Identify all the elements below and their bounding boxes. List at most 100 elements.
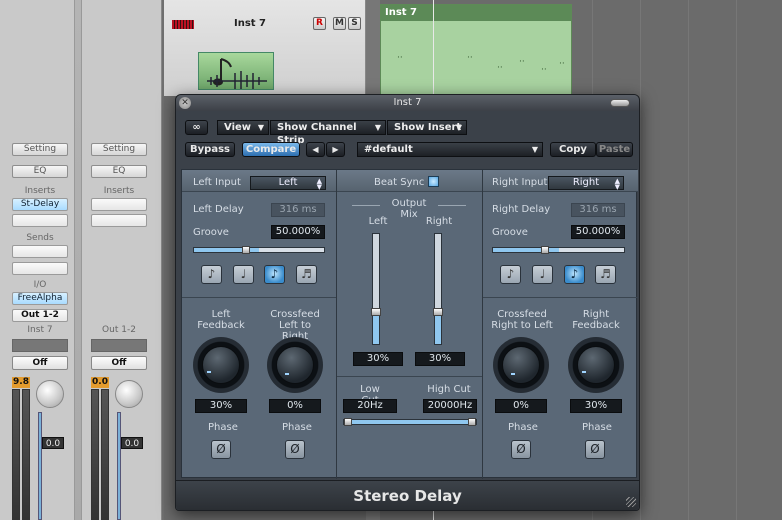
toolbar-toggle-icon[interactable]	[610, 99, 630, 107]
previous-preset-button[interactable]: ◀	[306, 142, 325, 157]
automation-mode-button[interactable]: Off	[91, 356, 147, 370]
left-groove-value[interactable]: 50.000%	[271, 225, 325, 239]
left-phase-button[interactable]: Ø	[211, 440, 231, 459]
preset-menu[interactable]: #default ▼	[357, 142, 543, 157]
left-note-half-button[interactable]: ♪	[201, 265, 222, 284]
left-note-eighth-button[interactable]: ♪	[264, 265, 285, 284]
setting-button[interactable]: Setting	[91, 143, 147, 156]
midi-note: ··	[519, 57, 525, 67]
knob-pointer	[207, 371, 211, 373]
link-button[interactable]: ∞	[185, 120, 208, 135]
resize-grip-icon[interactable]	[626, 497, 636, 507]
slider-thumb[interactable]	[242, 246, 250, 254]
right-groove-slider[interactable]	[492, 246, 625, 254]
group-slot[interactable]	[12, 339, 68, 352]
cut-range-slider[interactable]	[343, 418, 477, 426]
view-menu[interactable]: View ▼	[217, 120, 269, 135]
updown-icon: ▲ ▼	[614, 177, 620, 191]
automation-mode-button[interactable]: Off	[12, 356, 68, 370]
next-preset-button[interactable]: ▶	[326, 142, 345, 157]
low-cut-value[interactable]: 20Hz	[343, 399, 397, 413]
right-input-select[interactable]: Right ▲ ▼	[548, 176, 624, 191]
left-feedback-value[interactable]: 30%	[195, 399, 247, 413]
volume-fader[interactable]	[38, 412, 42, 520]
crossfeed-right-knob[interactable]	[493, 337, 549, 393]
output-left-fader[interactable]	[371, 233, 381, 345]
knob-cap	[202, 346, 240, 384]
channel-name: Inst 7	[27, 325, 53, 335]
insert-slot-empty[interactable]	[91, 214, 147, 227]
show-insert-menu[interactable]: Show Insert ▼	[387, 120, 467, 135]
left-delay-label: Left Delay	[193, 204, 244, 215]
setting-button[interactable]: Setting	[12, 143, 68, 156]
input-slot[interactable]: FreeAlpha	[12, 292, 68, 305]
send-slot-2[interactable]	[12, 262, 68, 275]
sends-label: Sends	[26, 233, 54, 243]
insert-slot-stereo-delay[interactable]: St-Delay	[12, 198, 68, 211]
slider-thumb[interactable]	[541, 246, 549, 254]
close-icon[interactable]: ✕	[179, 97, 191, 109]
record-enable-button[interactable]: R	[313, 17, 326, 30]
output-right-fader[interactable]	[433, 233, 443, 345]
copy-button[interactable]: Copy	[550, 142, 596, 157]
high-cut-thumb[interactable]	[468, 418, 476, 426]
divider	[182, 297, 336, 298]
right-note-sixteenth-button[interactable]: ♬	[595, 265, 616, 284]
crossfeed-right-phase-label: Phase	[508, 422, 538, 433]
output-right-value[interactable]: 30%	[415, 352, 465, 366]
left-note-sixteenth-button[interactable]: ♬	[296, 265, 317, 284]
track-header[interactable]: Inst 7 R M S	[164, 0, 366, 96]
right-note-quarter-button[interactable]: ♩	[532, 265, 553, 284]
fader-thumb[interactable]	[433, 308, 443, 316]
paste-button[interactable]: Paste	[596, 142, 633, 157]
show-channel-strip-menu[interactable]: Show Channel Strip ▼	[270, 120, 386, 146]
output-slot[interactable]: Out 1-2	[12, 309, 68, 322]
view-menu-label: View	[224, 122, 252, 133]
right-feedback-knob[interactable]	[568, 337, 624, 393]
left-delay-value[interactable]: 316 ms	[271, 203, 325, 217]
inserts-label: Inserts	[24, 186, 56, 196]
right-phase-label: Phase	[582, 422, 612, 433]
eq-button[interactable]: EQ	[12, 165, 68, 178]
volume-fader[interactable]	[117, 412, 121, 520]
compare-button[interactable]: Compare	[242, 142, 300, 157]
beat-sync-label: Beat Sync	[374, 177, 425, 188]
insert-slot-empty[interactable]	[12, 214, 68, 227]
left-groove-slider[interactable]	[193, 246, 325, 254]
pan-knob[interactable]	[36, 380, 64, 408]
left-note-quarter-button[interactable]: ♩	[233, 265, 254, 284]
right-delay-value[interactable]: 316 ms	[571, 203, 625, 217]
level-meter-right	[22, 389, 30, 520]
right-feedback-value[interactable]: 30%	[570, 399, 622, 413]
waveform-icon	[207, 58, 267, 89]
group-slot[interactable]	[91, 339, 147, 352]
right-groove-value[interactable]: 50.000%	[571, 225, 625, 239]
crossfeed-right-value[interactable]: 0%	[495, 399, 547, 413]
beat-sync-toggle[interactable]	[428, 176, 439, 187]
bypass-button[interactable]: Bypass	[185, 142, 235, 157]
plugin-titlebar[interactable]: Inst 7 ✕	[176, 95, 639, 111]
send-slot-1[interactable]	[12, 245, 68, 258]
high-cut-value[interactable]: 20000Hz	[423, 399, 477, 413]
output-left-value[interactable]: 30%	[353, 352, 403, 366]
left-feedback-knob[interactable]	[193, 337, 249, 393]
plugin-name-footer: Stereo Delay	[176, 480, 639, 510]
right-note-eighth-button[interactable]: ♪	[564, 265, 585, 284]
volume-readout: 0.0	[121, 437, 143, 449]
pan-knob[interactable]	[115, 380, 143, 408]
fader-thumb[interactable]	[371, 308, 381, 316]
right-phase-button[interactable]: Ø	[585, 440, 605, 459]
crossfeed-left-knob[interactable]	[267, 337, 323, 393]
crossfeed-left-phase-button[interactable]: Ø	[285, 440, 305, 459]
crossfeed-right-phase-button[interactable]: Ø	[511, 440, 531, 459]
solo-button[interactable]: S	[348, 17, 361, 30]
level-meter-right	[101, 389, 109, 520]
left-input-select[interactable]: Left ▲ ▼	[250, 176, 326, 191]
crossfeed-left-value[interactable]: 0%	[269, 399, 321, 413]
insert-slot-empty[interactable]	[91, 198, 147, 211]
mute-button[interactable]: M	[333, 17, 346, 30]
right-note-half-button[interactable]: ♪	[500, 265, 521, 284]
instrument-icon	[198, 52, 274, 90]
eq-button[interactable]: EQ	[91, 165, 147, 178]
low-cut-thumb[interactable]	[344, 418, 352, 426]
